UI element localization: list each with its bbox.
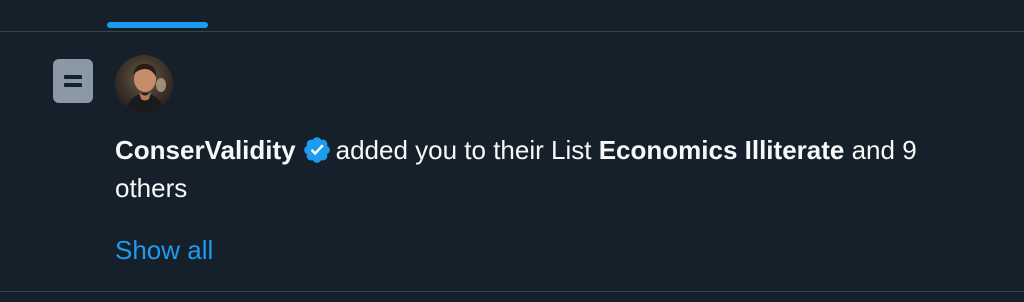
action-text: added you to their List bbox=[335, 135, 592, 165]
show-all-link[interactable]: Show all bbox=[115, 232, 213, 268]
list-notification[interactable]: ConserValidity added you to their List E… bbox=[0, 32, 1024, 291]
avatar[interactable] bbox=[115, 55, 173, 113]
bottom-divider bbox=[0, 291, 1024, 292]
active-tab-indicator bbox=[107, 22, 208, 28]
notification-message: ConserValidity added you to their List E… bbox=[115, 131, 995, 207]
list-name-link[interactable]: Economics Illiterate bbox=[599, 135, 845, 165]
user-name-link[interactable]: ConserValidity bbox=[115, 135, 296, 165]
list-icon bbox=[53, 59, 93, 103]
verified-badge-icon bbox=[303, 137, 330, 163]
